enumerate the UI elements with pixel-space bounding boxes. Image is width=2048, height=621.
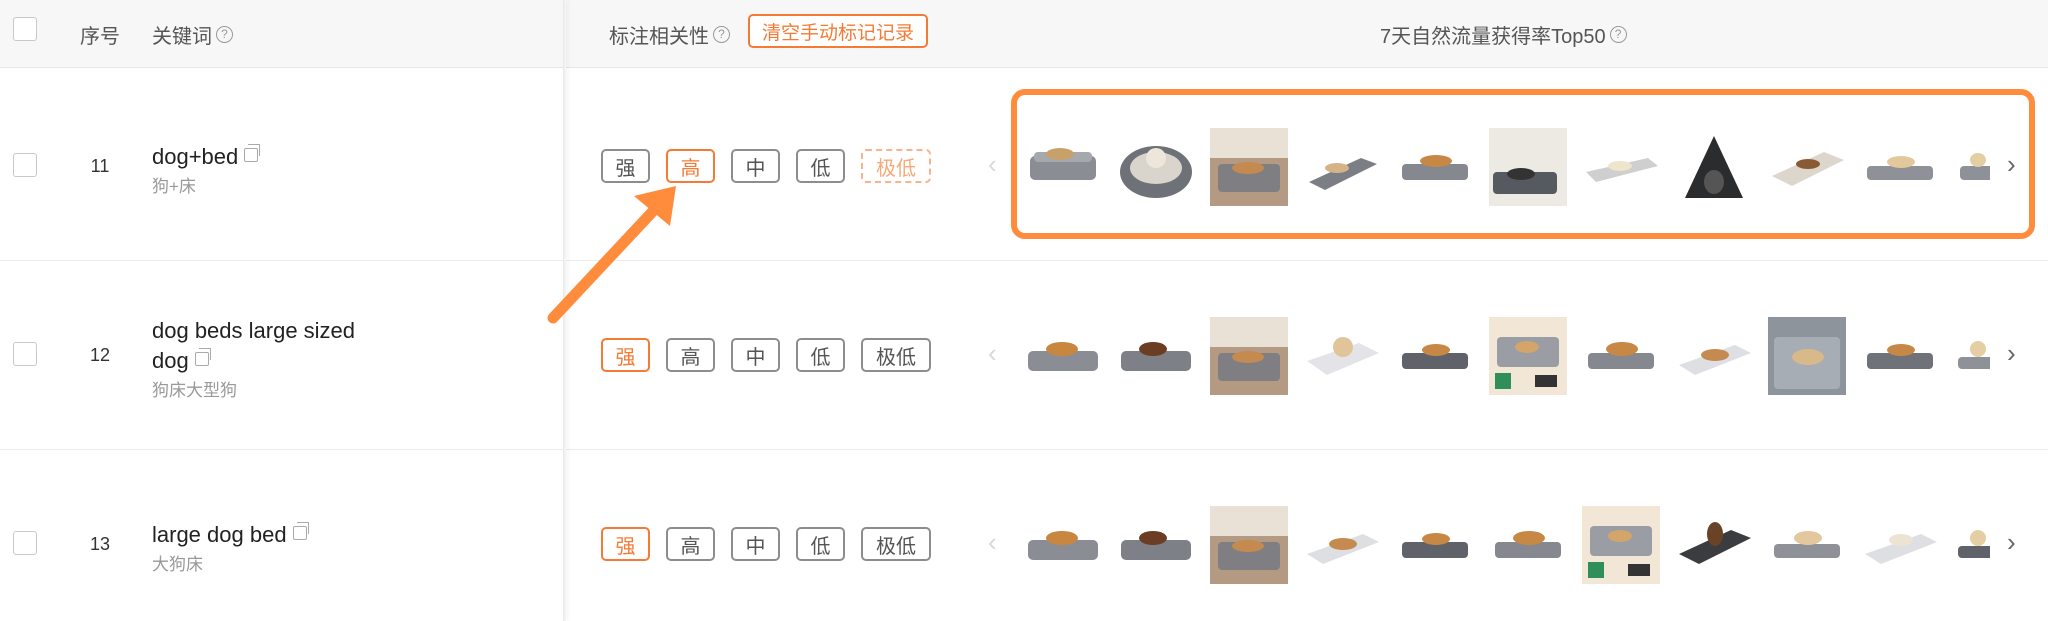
tag-low[interactable]: 低 [796,527,845,561]
product-thumbnail[interactable] [1954,317,1990,395]
copy-icon[interactable] [244,144,261,162]
tag-medium[interactable]: 中 [731,149,780,183]
tag-low[interactable]: 低 [796,149,845,183]
table-row: 12 dog beds large sized dog 狗床大型狗 强 高 中 … [0,261,2048,450]
product-thumbnail[interactable] [1210,317,1288,395]
prev-arrow-icon[interactable]: ‹ [988,149,997,180]
product-thumbnails [1022,128,1990,208]
keyword-translation: 狗床大型狗 [152,381,237,400]
product-thumbnail[interactable] [1675,128,1753,206]
product-thumbnail[interactable] [1024,128,1102,206]
product-thumbnail[interactable] [1768,506,1846,584]
tag-high[interactable]: 高 [666,338,715,372]
keyword-line: dog beds large sized [152,318,356,343]
next-arrow-icon[interactable]: › [2007,338,2016,369]
relevance-tags: 强 高 中 低 极低 [601,527,931,561]
product-thumbnail[interactable] [1117,128,1195,206]
product-thumbnail[interactable] [1489,128,1567,206]
copy-icon[interactable] [194,348,211,366]
frozen-column-divider [563,0,566,621]
product-thumbnail[interactable] [1489,506,1567,584]
keyword-line: dog [152,348,189,373]
product-thumbnail[interactable] [1210,506,1288,584]
top50-column-header: 7天自然流量获得率Top50 ? [1380,0,1627,68]
tag-very-low[interactable]: 极低 [861,338,931,372]
index-column-header: 序号 [80,0,120,68]
tag-low[interactable]: 低 [796,338,845,372]
tag-medium[interactable]: 中 [731,527,780,561]
table-row: 13 large dog bed 大狗床 强 高 中 低 极低 ‹ › [0,450,2048,621]
keyword-text: dog beds large sized dog [152,316,355,376]
help-icon[interactable]: ? [713,25,730,43]
keyword-translation: 大狗床 [152,555,203,574]
product-thumbnail[interactable] [1861,317,1939,395]
row-index: 13 [89,534,111,554]
product-thumbnail[interactable] [1954,128,1990,206]
tag-very-low[interactable]: 极低 [861,527,931,561]
keyword-translation: 狗+床 [152,177,196,196]
tag-strong[interactable]: 强 [601,527,650,561]
row-index: 12 [89,345,111,365]
keyword-text: dog+bed [152,142,261,172]
product-thumbnail[interactable] [1210,128,1288,206]
relevance-header-label: 标注相关性 [609,25,709,48]
row-checkbox[interactable] [13,531,37,555]
next-arrow-icon[interactable]: › [2007,149,2016,180]
row-checkbox[interactable] [13,342,37,366]
help-icon[interactable]: ? [1609,25,1627,43]
product-thumbnails [1022,506,1990,586]
relevance-tags: 强 高 中 低 极低 [601,149,931,183]
keyword-column-header: 关键词 ? [152,0,233,68]
tag-high[interactable]: 高 [666,149,715,183]
top50-header-label: 7天自然流量获得率Top50 [1380,25,1606,48]
table-header: 序号 关键词 ? 标注相关性 ? 清空手动标记记录 7天自然流量获得率Top50… [0,0,2048,68]
keyword-line: dog+bed [152,144,239,169]
copy-icon[interactable] [292,522,309,540]
product-thumbnail[interactable] [1675,317,1753,395]
product-thumbnail[interactable] [1117,506,1195,584]
product-thumbnail[interactable] [1396,128,1474,206]
product-thumbnail[interactable] [1303,128,1381,206]
index-header-label: 序号 [80,25,120,48]
product-thumbnail[interactable] [1582,128,1660,206]
help-icon[interactable]: ? [216,25,233,43]
select-all-checkbox[interactable] [13,17,37,41]
keyword-text: large dog bed [152,520,309,550]
product-thumbnail[interactable] [1117,317,1195,395]
clear-manual-marks-button[interactable]: 清空手动标记记录 [748,14,929,48]
relevance-column-header: 标注相关性 ? [609,0,730,68]
next-arrow-icon[interactable]: › [2007,527,2016,558]
product-thumbnail[interactable] [1303,506,1381,584]
product-thumbnail[interactable] [1861,506,1939,584]
row-checkbox[interactable] [13,153,37,177]
tag-strong[interactable]: 强 [601,149,650,183]
tag-strong[interactable]: 强 [601,338,650,372]
relevance-tags: 强 高 中 低 极低 [601,338,931,372]
row-index: 11 [90,156,110,176]
product-thumbnail[interactable] [1582,317,1660,395]
tag-medium[interactable]: 中 [731,338,780,372]
tag-high[interactable]: 高 [666,527,715,561]
table-row: 11 dog+bed 狗+床 强 高 中 低 极低 ‹ › [0,72,2048,261]
product-thumbnail[interactable] [1861,128,1939,206]
product-thumbnail[interactable] [1489,317,1567,395]
product-thumbnail[interactable] [1396,506,1474,584]
product-thumbnails [1022,317,1990,397]
product-thumbnail[interactable] [1675,506,1753,584]
product-thumbnail[interactable] [1396,317,1474,395]
prev-arrow-icon[interactable]: ‹ [988,527,997,558]
prev-arrow-icon[interactable]: ‹ [988,338,997,369]
product-thumbnail[interactable] [1954,506,1990,584]
product-thumbnail[interactable] [1024,506,1102,584]
product-thumbnail[interactable] [1303,317,1381,395]
product-thumbnail[interactable] [1024,317,1102,395]
product-thumbnail[interactable] [1768,317,1846,395]
product-thumbnail[interactable] [1582,506,1660,584]
tag-very-low[interactable]: 极低 [861,149,931,183]
keyword-line: large dog bed [152,522,287,547]
keyword-header-label: 关键词 [152,25,212,48]
product-thumbnail[interactable] [1768,128,1846,206]
